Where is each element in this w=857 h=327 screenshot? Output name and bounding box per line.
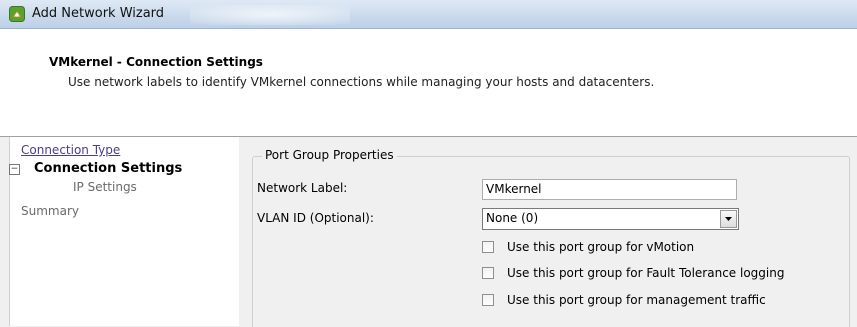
- settings-panel: Port Group Properties Network Label: VMk…: [239, 137, 857, 327]
- vlan-id-select[interactable]: None (0): [482, 208, 739, 230]
- fault-tolerance-checkbox[interactable]: [482, 267, 494, 279]
- wizard-header: VMkernel - Connection Settings Use netwo…: [0, 29, 857, 137]
- title-bar-glow: [190, 5, 350, 25]
- management-traffic-checkbox[interactable]: [482, 294, 494, 306]
- vmotion-checkbox[interactable]: [482, 241, 494, 253]
- collapse-icon[interactable]: −: [9, 164, 20, 175]
- wizard-steps-nav: Connection Type − Connection Settings IP…: [9, 137, 240, 326]
- vlan-id-value: None (0): [486, 211, 539, 225]
- nav-step-connection-settings: Connection Settings: [34, 161, 183, 176]
- network-label-caption: Network Label:: [257, 181, 348, 195]
- nav-step-connection-type[interactable]: Connection Type: [21, 143, 120, 157]
- vlan-id-caption: VLAN ID (Optional):: [257, 211, 374, 225]
- window-title: Add Network Wizard: [32, 6, 165, 21]
- wizard-app-icon: [9, 6, 25, 22]
- fault-tolerance-checkbox-label[interactable]: Use this port group for Fault Tolerance …: [507, 266, 784, 280]
- network-label-input[interactable]: VMkernel: [482, 179, 737, 200]
- title-bar: Add Network Wizard: [0, 0, 857, 29]
- port-group-properties-legend: Port Group Properties: [262, 148, 397, 162]
- wizard-content: Connection Type − Connection Settings IP…: [0, 137, 857, 327]
- page-title: VMkernel - Connection Settings: [49, 55, 263, 69]
- dropdown-arrow-icon[interactable]: [720, 210, 737, 228]
- page-subtitle: Use network labels to identify VMkernel …: [68, 75, 655, 89]
- nav-step-ip-settings: IP Settings: [73, 180, 137, 194]
- nav-step-summary: Summary: [21, 204, 79, 218]
- vmotion-checkbox-label[interactable]: Use this port group for vMotion: [507, 240, 694, 254]
- management-traffic-checkbox-label[interactable]: Use this port group for management traff…: [507, 293, 766, 307]
